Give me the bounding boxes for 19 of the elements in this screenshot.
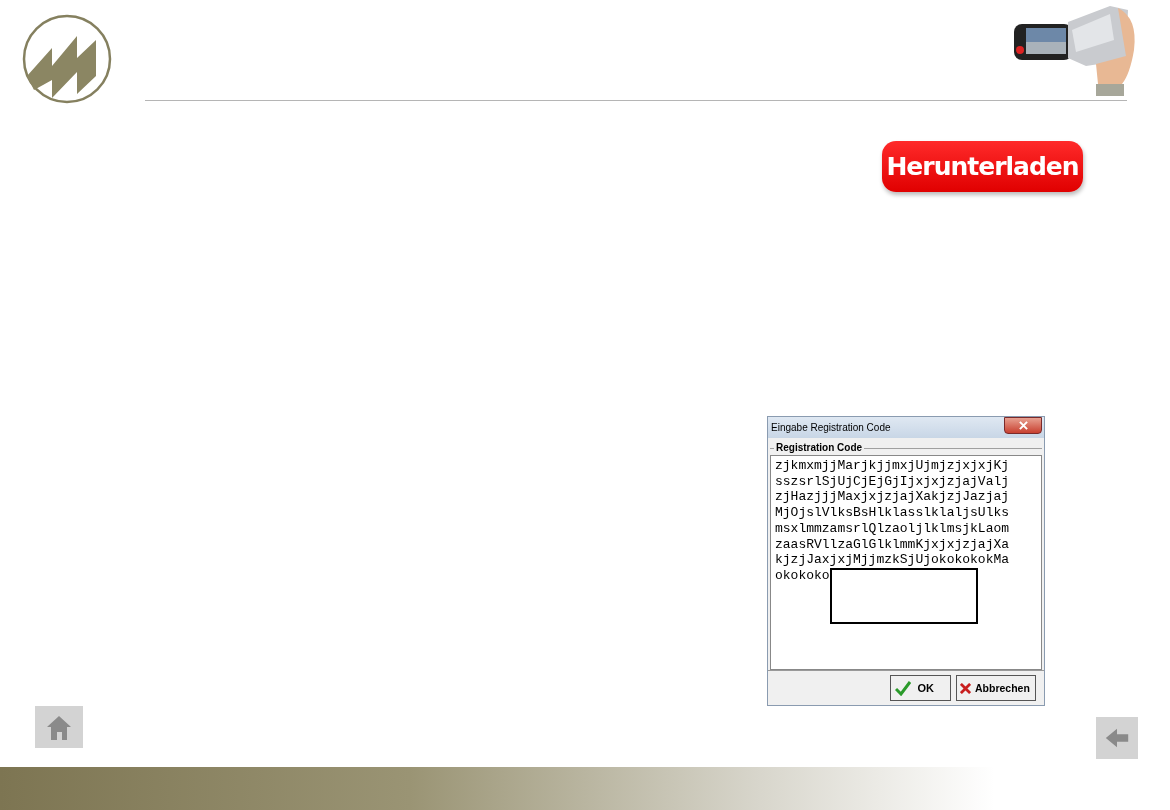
cancel-button[interactable]: Abbrechen xyxy=(956,675,1036,701)
code-line: msxlmmzamsrlQlzaoljlklmsjkLaom xyxy=(775,520,1011,537)
ok-button[interactable]: OK xyxy=(890,675,951,701)
logo-icon xyxy=(22,14,112,104)
close-icon xyxy=(1018,421,1028,430)
code-field[interactable] xyxy=(770,455,1042,670)
download-button[interactable]: Herunterladen xyxy=(882,141,1083,192)
group-label: Registration Code xyxy=(774,442,865,454)
code-line: zjHazjjjMaxjxjzjajXakjzjJazjaj xyxy=(775,489,1011,506)
dialog-title: Eingabe Registration Code xyxy=(771,422,891,433)
close-button[interactable] xyxy=(1004,417,1042,434)
code-line: okokoko xyxy=(775,567,831,584)
code-line: MjOjslVlksBsHlklasslklaljsUlks xyxy=(775,505,1011,521)
code-line: kjzjJaxjxjMjjmzkSjUjokokokokMa xyxy=(775,552,1011,568)
code-line: sszsrlSjUjCjEjGjIjxjxjzjajValj xyxy=(775,473,1011,490)
cross-icon xyxy=(960,682,971,694)
code-line: zaasRVllzaGlGlklmmKjxjxjzjajXa xyxy=(775,536,1011,553)
check-icon xyxy=(895,680,911,696)
code-line: zjkmxmjjMarjkjjmxjUjmjzjxjxjKj xyxy=(775,458,1011,474)
